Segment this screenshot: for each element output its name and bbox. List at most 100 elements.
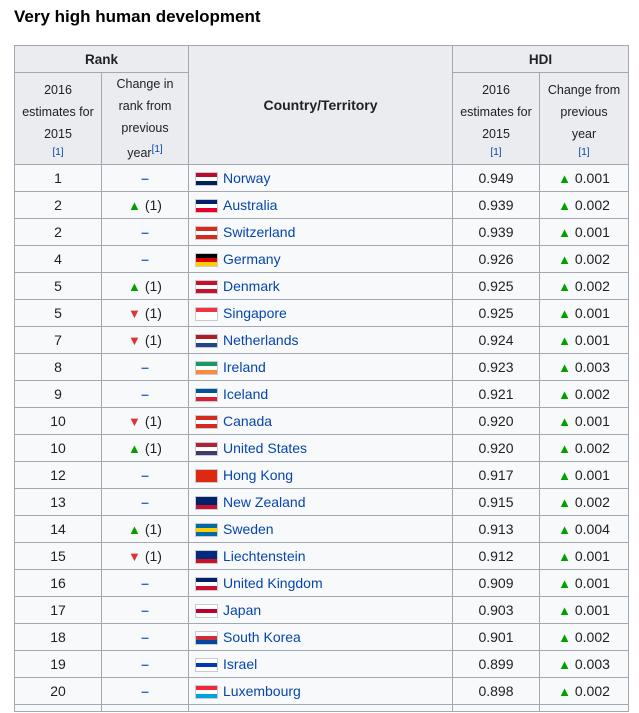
hdi-cell: 0.898 xyxy=(452,677,540,706)
hdi-up-icon: ▲ xyxy=(558,576,571,592)
country-link[interactable]: Iceland xyxy=(223,386,268,402)
rank-change-value: (1) xyxy=(144,413,162,430)
table-row: 1– Norway 0.949 ▲ 0.001 xyxy=(14,164,629,193)
country-link[interactable]: New Zealand xyxy=(223,494,306,510)
country-cell: United Kingdom xyxy=(188,569,453,598)
table-row: 9– Iceland 0.921 ▲ 0.002 xyxy=(14,380,629,409)
switzerland-flag-icon xyxy=(195,226,218,241)
table-row: 17– Japan 0.903 ▲ 0.001 xyxy=(14,596,629,625)
rank-change-cell: ▼ (1) xyxy=(101,299,189,328)
table-row: 2– Switzerland 0.939 ▲ 0.001 xyxy=(14,218,629,247)
hdi-change-cell: ▲ 0.001 xyxy=(539,569,629,598)
country-cell: Liechtenstein xyxy=(188,542,453,571)
rank-change-value: (1) xyxy=(144,521,162,538)
rank-estimates-header: 2016 estimates for 2015 [1] xyxy=(14,71,102,166)
rank-down-icon: ▼ xyxy=(128,414,141,430)
hdi-change-cell: ▲ 0.002 xyxy=(539,434,629,463)
steady-dash-icon: – xyxy=(141,170,149,187)
rank-cell: 2 xyxy=(14,218,102,247)
hdi-change-value: 0.002 xyxy=(574,278,610,295)
steady-dash-icon: – xyxy=(141,359,149,376)
steady-dash-icon: – xyxy=(141,386,149,403)
country-link[interactable]: Switzerland xyxy=(223,224,295,240)
hdi-change-cell: ▲ 0.003 xyxy=(539,353,629,382)
rank-cell: 13 xyxy=(14,488,102,517)
hdi-change-value: 0.001 xyxy=(574,602,610,619)
hdi-change-value: 0.003 xyxy=(574,656,610,673)
country-link[interactable]: Hong Kong xyxy=(223,467,293,483)
hdi-up-icon: ▲ xyxy=(558,387,571,403)
reference-link[interactable]: [1] xyxy=(453,147,539,159)
hdi-change-cell: ▲ 0.004 xyxy=(539,515,629,544)
hdi-up-icon: ▲ xyxy=(558,360,571,376)
country-link[interactable]: Japan xyxy=(223,602,261,618)
table-row: 2 ▲ (1) Australia 0.939 ▲ 0.002 xyxy=(14,191,629,220)
reference-link[interactable]: [1] xyxy=(15,147,101,159)
hdi-change-cell: ▲ 0.001 xyxy=(539,407,629,436)
hdi-change-value: 0.001 xyxy=(574,548,610,565)
hdi-cell: 0.925 xyxy=(452,272,540,301)
country-cell: Sweden xyxy=(188,515,453,544)
rank-change-value: (1) xyxy=(144,332,162,349)
hdi-cell: 0.920 xyxy=(452,407,540,436)
steady-dash-icon: – xyxy=(141,629,149,646)
rank-cell: 15 xyxy=(14,542,102,571)
rank-cell: 1 xyxy=(14,164,102,193)
hdi-up-icon: ▲ xyxy=(558,333,571,349)
rank-change-value: (1) xyxy=(144,305,162,322)
country-link[interactable]: Netherlands xyxy=(223,332,299,348)
rank-change-value: (1) xyxy=(144,440,162,457)
hdi-cell: 0.909 xyxy=(452,569,540,598)
hdi-change-cell: ▲ 0.002 xyxy=(539,488,629,517)
country-link[interactable]: Ireland xyxy=(223,359,266,375)
country-cell: Luxembourg xyxy=(188,677,453,706)
rank-up-icon: ▲ xyxy=(128,441,141,457)
rank-change-cell: – xyxy=(101,677,189,706)
country-link[interactable]: Denmark xyxy=(223,278,280,294)
table-row: 12– Hong Kong 0.917 ▲ 0.001 xyxy=(14,461,629,490)
country-cell: United States xyxy=(188,434,453,463)
country-link[interactable]: South Korea xyxy=(223,629,301,645)
country-link[interactable]: Singapore xyxy=(223,305,287,321)
hdi-change-value: 0.001 xyxy=(574,170,610,187)
country-link[interactable]: Sweden xyxy=(223,521,274,537)
steady-dash-icon: – xyxy=(141,602,149,619)
country-link[interactable]: Luxembourg xyxy=(223,683,301,699)
reference-link[interactable]: [1] xyxy=(152,144,163,155)
table-row: 8– Ireland 0.923 ▲ 0.003 xyxy=(14,353,629,382)
rank-change-cell: ▲ (1) xyxy=(101,272,189,301)
hdi-cell: 0.901 xyxy=(452,623,540,652)
country-link[interactable]: United Kingdom xyxy=(223,575,323,591)
rank-cell: 20 xyxy=(14,677,102,706)
rank-up-icon: ▲ xyxy=(128,279,141,295)
rank-change-cell: – xyxy=(101,164,189,193)
reference-link[interactable]: [1] xyxy=(540,147,628,159)
rank-cell: 12 xyxy=(14,461,102,490)
country-link[interactable]: United States xyxy=(223,440,307,456)
steady-dash-icon: – xyxy=(141,467,149,484)
country-link[interactable]: Canada xyxy=(223,413,272,429)
rank-change-cell: ▲ (1) xyxy=(101,515,189,544)
hdi-change-cell: ▲ 0.003 xyxy=(539,650,629,679)
steady-dash-icon: – xyxy=(141,224,149,241)
steady-dash-icon: – xyxy=(141,656,149,673)
united-kingdom-flag-icon xyxy=(195,577,218,592)
country-link[interactable]: Liechtenstein xyxy=(223,548,306,564)
rank-change-cell: ▲ (1) xyxy=(101,434,189,463)
hdi-up-icon: ▲ xyxy=(558,252,571,268)
hdi-up-icon: ▲ xyxy=(558,657,571,673)
country-cell: Iceland xyxy=(188,380,453,409)
rank-cell: 5 xyxy=(14,272,102,301)
hdi-cell: 0.903 xyxy=(452,596,540,625)
rank-change-value: (1) xyxy=(144,197,162,214)
hdi-change-cell: ▲ 0.002 xyxy=(539,245,629,274)
rank-cell: 4 xyxy=(14,245,102,274)
hdi-up-icon: ▲ xyxy=(558,414,571,430)
sweden-flag-icon xyxy=(195,523,218,538)
country-link[interactable]: Israel xyxy=(223,656,257,672)
country-link[interactable]: Australia xyxy=(223,197,277,213)
country-link[interactable]: Norway xyxy=(223,170,270,186)
hdi-cell: 0.923 xyxy=(452,353,540,382)
hdi-change-cell: ▲ 0.002 xyxy=(539,191,629,220)
country-link[interactable]: Germany xyxy=(223,251,281,267)
